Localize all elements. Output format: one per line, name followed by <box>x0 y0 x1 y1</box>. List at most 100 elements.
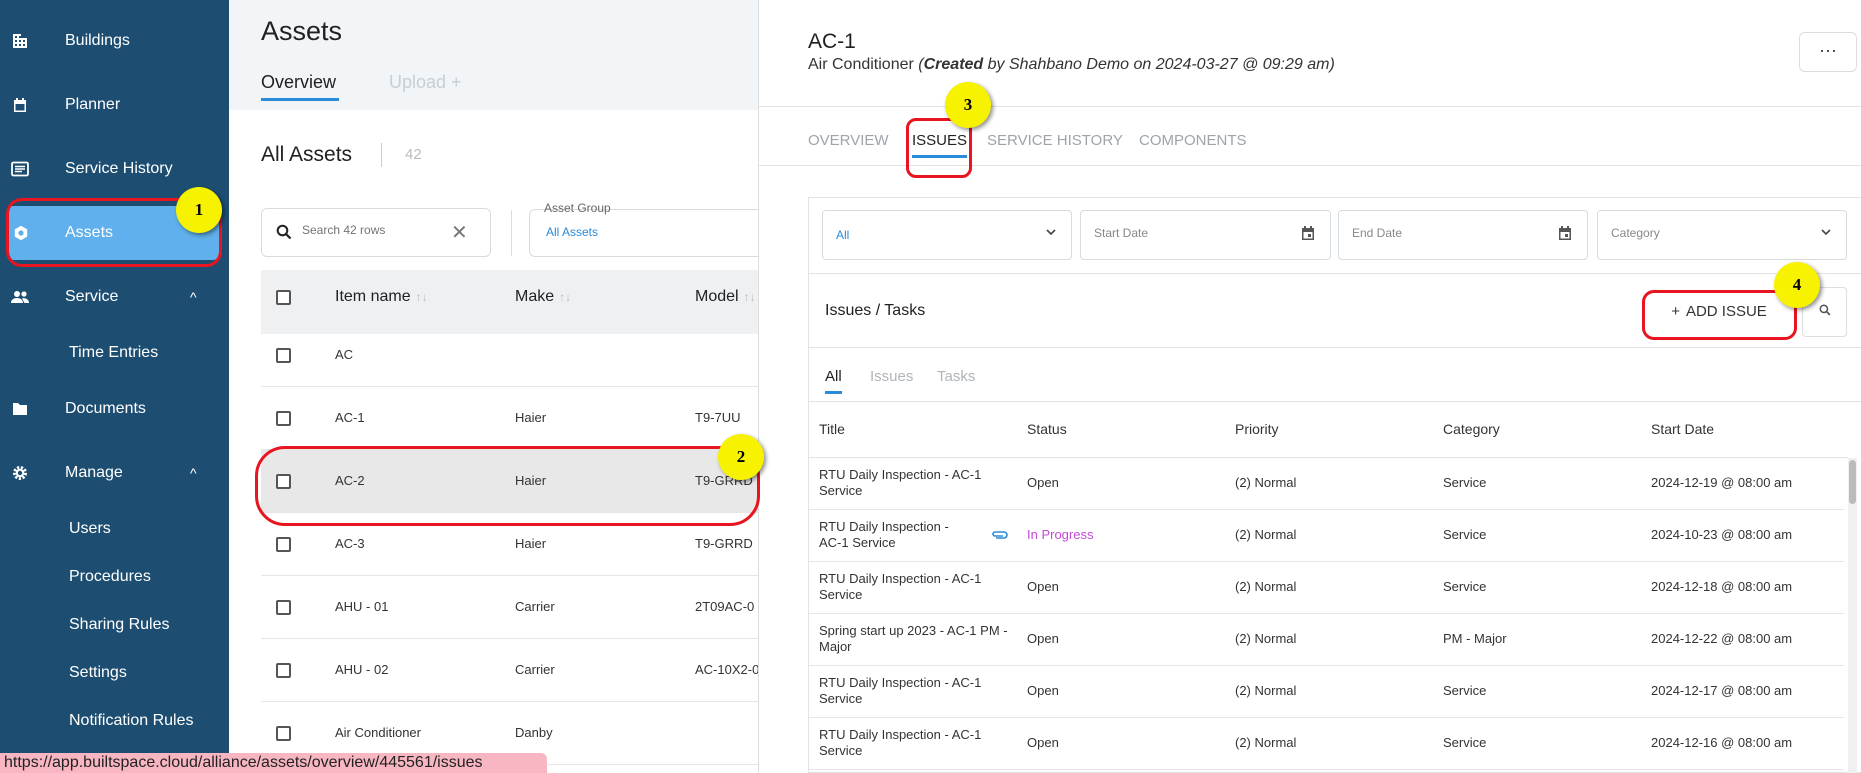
table-row[interactable]: RTU Daily Inspection - AC-1 Service Open… <box>809 458 1844 510</box>
table-row[interactable]: RTU Daily Inspection - AC-1 Service In P… <box>809 510 1844 562</box>
tab-service-history[interactable]: SERVICE HISTORY <box>987 132 1123 149</box>
table-row[interactable]: AHU - 02 Carrier AC-10X2-0 <box>261 639 759 702</box>
end-date-placeholder: End Date <box>1352 226 1403 240</box>
sidebar-item-buildings[interactable]: Buildings <box>0 21 229 61</box>
column-status[interactable]: Status <box>1027 421 1067 437</box>
table-row[interactable]: AC-1 Haier T9-7UU <box>261 387 758 450</box>
column-item-name[interactable]: Item name ↑↓ <box>335 288 428 306</box>
subtab-issues[interactable]: Issues <box>870 368 913 385</box>
tab-issues[interactable]: ISSUES <box>912 132 968 158</box>
sidebar-subitem-sharing-rules[interactable]: Sharing Rules <box>69 616 170 634</box>
asset-group-value: All Assets <box>546 225 599 239</box>
issues-tasks-title: Issues / Tasks <box>825 302 926 319</box>
cell-item-name: AC-2 <box>335 473 365 488</box>
chevron-down-icon <box>1820 225 1832 243</box>
table-row[interactable]: RTU Daily Inspection - AC-1 Service Open… <box>809 666 1844 718</box>
cell-title: Spring start up 2023 - AC-1 PM - Major <box>819 623 1008 654</box>
row-checkbox[interactable] <box>276 600 291 615</box>
search-box[interactable]: ✕ <box>261 208 491 257</box>
cell-make: Carrier <box>515 599 555 614</box>
chevron-up-icon[interactable]: ^ <box>190 465 197 481</box>
sidebar-item-label: Planner <box>65 96 121 113</box>
table-row[interactable]: AC <box>261 324 758 387</box>
sidebar-item-label: Service History <box>65 160 173 177</box>
category-filter[interactable]: Category <box>1597 210 1847 260</box>
cell-status: In Progress <box>1027 527 1094 542</box>
table-row[interactable]: AC-3 Haier T9-GRRD <box>261 513 758 576</box>
status-filter[interactable]: All <box>822 210 1072 260</box>
attachment-icon[interactable] <box>991 528 1009 546</box>
table-row[interactable]: AHU - 01 Carrier 2T09AC-0 <box>261 576 758 639</box>
subtab-all[interactable]: All <box>825 368 842 394</box>
cell-status: Open <box>1027 579 1059 594</box>
start-date-field[interactable]: Start Date <box>1080 210 1331 260</box>
status-bar-url: https://app.builtspace.cloud/alliance/as… <box>0 753 547 773</box>
row-checkbox[interactable] <box>276 726 291 741</box>
sidebar-subitem-settings[interactable]: Settings <box>69 664 127 682</box>
column-make[interactable]: Make ↑↓ <box>515 288 571 306</box>
sidebar-subitem-notification-rules[interactable]: Notification Rules <box>69 712 194 730</box>
sidebar: Buildings Planner Service History Assets… <box>0 0 229 773</box>
sidebar-item-label: Service <box>65 288 119 305</box>
sort-icon: ↑↓ <box>743 290 756 304</box>
select-all-checkbox[interactable] <box>276 290 291 305</box>
table-row[interactable]: RTU Daily Inspection - AC-1 Service Open… <box>809 718 1844 770</box>
cell-start-date: 2024-12-16 @ 08:00 am <box>1651 735 1793 750</box>
row-checkbox[interactable] <box>276 411 291 426</box>
column-category[interactable]: Category <box>1443 421 1500 437</box>
cell-make: Haier <box>515 410 547 425</box>
table-row[interactable]: AC-2 Haier T9-GRRD <box>261 450 758 513</box>
created-meta: (Created by Shahbano Demo on 2024-03-27 … <box>918 56 1334 73</box>
sidebar-subitem-time-entries[interactable]: Time Entries <box>69 344 158 362</box>
calendar-icon[interactable] <box>1300 225 1316 246</box>
cell-priority: (2) Normal <box>1235 631 1297 646</box>
cell-priority: (2) Normal <box>1235 475 1297 490</box>
sidebar-item-service-history[interactable]: Service History <box>0 149 229 189</box>
add-issue-button[interactable]: + ADD ISSUE <box>1648 296 1790 326</box>
sidebar-item-service[interactable]: Service ^ <box>0 277 229 317</box>
calendar-icon[interactable] <box>1557 225 1573 246</box>
cell-make: Haier <box>515 536 547 551</box>
cell-item-name: AC-3 <box>335 536 365 551</box>
end-date-field[interactable]: End Date <box>1338 210 1588 260</box>
cell-title: RTU Daily Inspection - AC-1 Service <box>819 675 982 706</box>
row-checkbox[interactable] <box>276 663 291 678</box>
cell-status: Open <box>1027 475 1059 490</box>
subtab-tasks[interactable]: Tasks <box>937 368 975 385</box>
row-checkbox[interactable] <box>276 348 291 363</box>
page-title: Assets <box>261 16 343 46</box>
cell-category: Service <box>1443 475 1487 490</box>
sort-icon: ↑↓ <box>415 290 428 304</box>
chevron-down-icon <box>1045 225 1057 243</box>
scrollbar-track[interactable] <box>1848 458 1857 773</box>
sidebar-subitem-procedures[interactable]: Procedures <box>69 568 151 586</box>
asset-count: 42 <box>405 146 422 163</box>
sidebar-subitem-users[interactable]: Users <box>69 520 111 538</box>
column-model[interactable]: Model ↑↓ <box>695 288 756 306</box>
tab-upload[interactable]: Upload + <box>389 72 462 93</box>
column-priority[interactable]: Priority <box>1235 421 1279 437</box>
column-title[interactable]: Title <box>819 421 845 437</box>
building-icon <box>10 31 30 51</box>
plus-icon: + <box>1671 302 1680 320</box>
gear-icon <box>11 223 31 243</box>
scrollbar-thumb[interactable] <box>1849 460 1856 504</box>
tab-overview[interactable]: OVERVIEW <box>808 132 889 149</box>
table-row[interactable]: Spring start up 2023 - AC-1 PM - Major O… <box>809 614 1844 666</box>
chevron-up-icon[interactable]: ^ <box>190 289 197 305</box>
row-checkbox[interactable] <box>276 537 291 552</box>
sidebar-item-documents[interactable]: Documents <box>0 389 229 429</box>
tab-components[interactable]: COMPONENTS <box>1139 132 1247 149</box>
cell-status: Open <box>1027 683 1059 698</box>
step-marker: 1 <box>176 187 222 233</box>
sidebar-item-manage[interactable]: Manage ^ <box>0 453 229 493</box>
close-icon[interactable]: ✕ <box>451 220 468 245</box>
row-checkbox[interactable] <box>276 474 291 489</box>
tab-overview[interactable]: Overview <box>261 72 340 101</box>
search-input[interactable] <box>302 223 452 237</box>
table-row[interactable]: RTU Daily Inspection - AC-1 Service Open… <box>809 562 1844 614</box>
column-start-date[interactable]: Start Date <box>1651 421 1714 437</box>
cell-item-name: AC <box>335 347 354 362</box>
more-options-button[interactable]: ··· <box>1799 32 1857 72</box>
sidebar-item-planner[interactable]: Planner <box>0 85 229 125</box>
